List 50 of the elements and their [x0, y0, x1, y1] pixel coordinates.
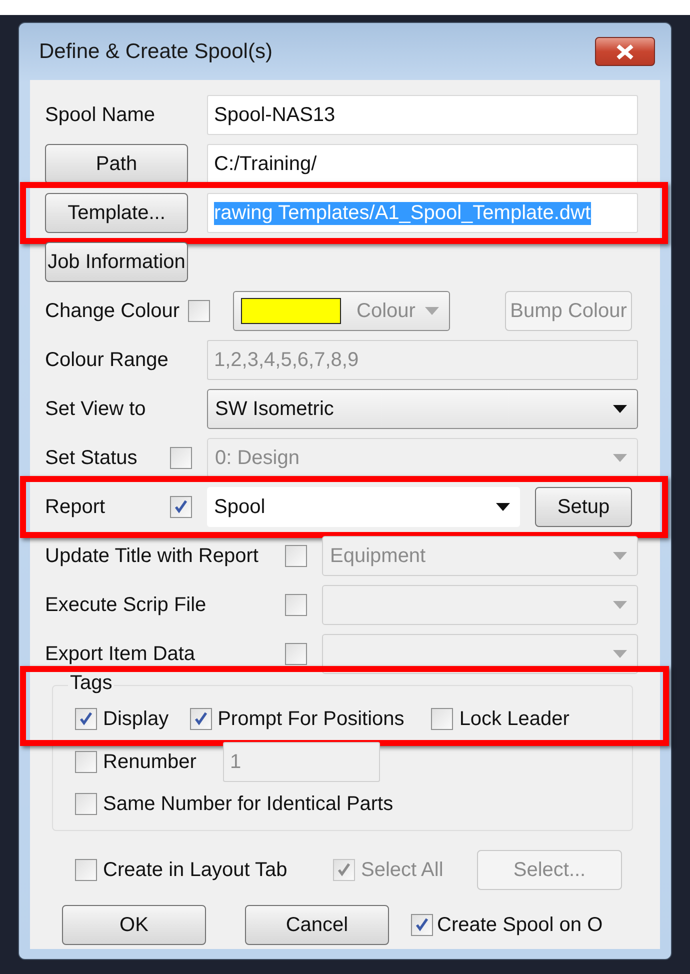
dropdown-arrow-icon: [496, 503, 510, 511]
dropdown-arrow-icon: [613, 454, 627, 462]
option-label: Create in Layout Tab: [103, 858, 288, 882]
checkbox[interactable]: [190, 708, 212, 730]
check-icon: [173, 499, 189, 515]
text-field[interactable]: Spool-NAS13: [207, 95, 638, 135]
field-label: Execute Scrip File: [45, 594, 208, 616]
window-title: Define & Create Spool(s): [39, 40, 272, 64]
dropdown-arrow-icon: [613, 405, 627, 413]
dropdown-arrow-icon: [613, 552, 627, 560]
dropdown-arrow-icon: [613, 650, 627, 658]
option-label: Renumber: [103, 750, 198, 774]
group-title: Tags: [68, 672, 114, 695]
field-label: Set View to: [45, 398, 147, 420]
option-label: Display: [103, 708, 169, 730]
check-icon: [78, 711, 94, 727]
close-button[interactable]: [595, 37, 655, 66]
option-label: Select All: [361, 858, 444, 882]
field-label: Colour Range: [45, 348, 170, 372]
close-icon: [615, 44, 635, 60]
checkbox[interactable]: [411, 914, 433, 936]
dropdown-arrow-icon: [424, 307, 439, 315]
check-icon: [192, 711, 209, 727]
check-icon: [414, 917, 430, 933]
field-label: Report: [45, 496, 106, 518]
field-label: Update Title with Report: [45, 544, 260, 568]
field-label: Set Status: [45, 446, 138, 470]
view-dropdown[interactable]: SW Isometric: [207, 389, 638, 429]
field-label: Spool Name: [45, 104, 156, 126]
dialog-button[interactable]: OK: [62, 905, 206, 945]
option-label: Lock Leader: [459, 708, 570, 730]
option-label: Prompt For Positions: [218, 708, 404, 730]
browse-button[interactable]: Path: [45, 144, 188, 184]
browse-button[interactable]: Template...: [45, 193, 188, 233]
dialog-button[interactable]: Cancel: [245, 905, 389, 945]
option-label: Same Number for Identical Parts: [103, 792, 394, 816]
setup-button[interactable]: Setup: [535, 487, 632, 527]
field-label: Export Item Data: [45, 642, 196, 666]
check-icon: [336, 862, 352, 878]
checkbox[interactable]: [431, 708, 454, 730]
field-label: Change Colour: [45, 300, 181, 322]
option-label: Create Spool on O: [437, 914, 603, 936]
checkbox[interactable]: [170, 496, 192, 518]
checkbox[interactable]: [75, 793, 97, 815]
checkbox[interactable]: [75, 859, 97, 881]
dropdown-arrow-icon: [613, 601, 627, 609]
job-information-button[interactable]: Job Information: [45, 242, 188, 282]
dropdown[interactable]: Spool: [207, 487, 520, 527]
checkbox[interactable]: [75, 708, 97, 730]
text-field[interactable]: C:/Training/: [207, 144, 638, 184]
